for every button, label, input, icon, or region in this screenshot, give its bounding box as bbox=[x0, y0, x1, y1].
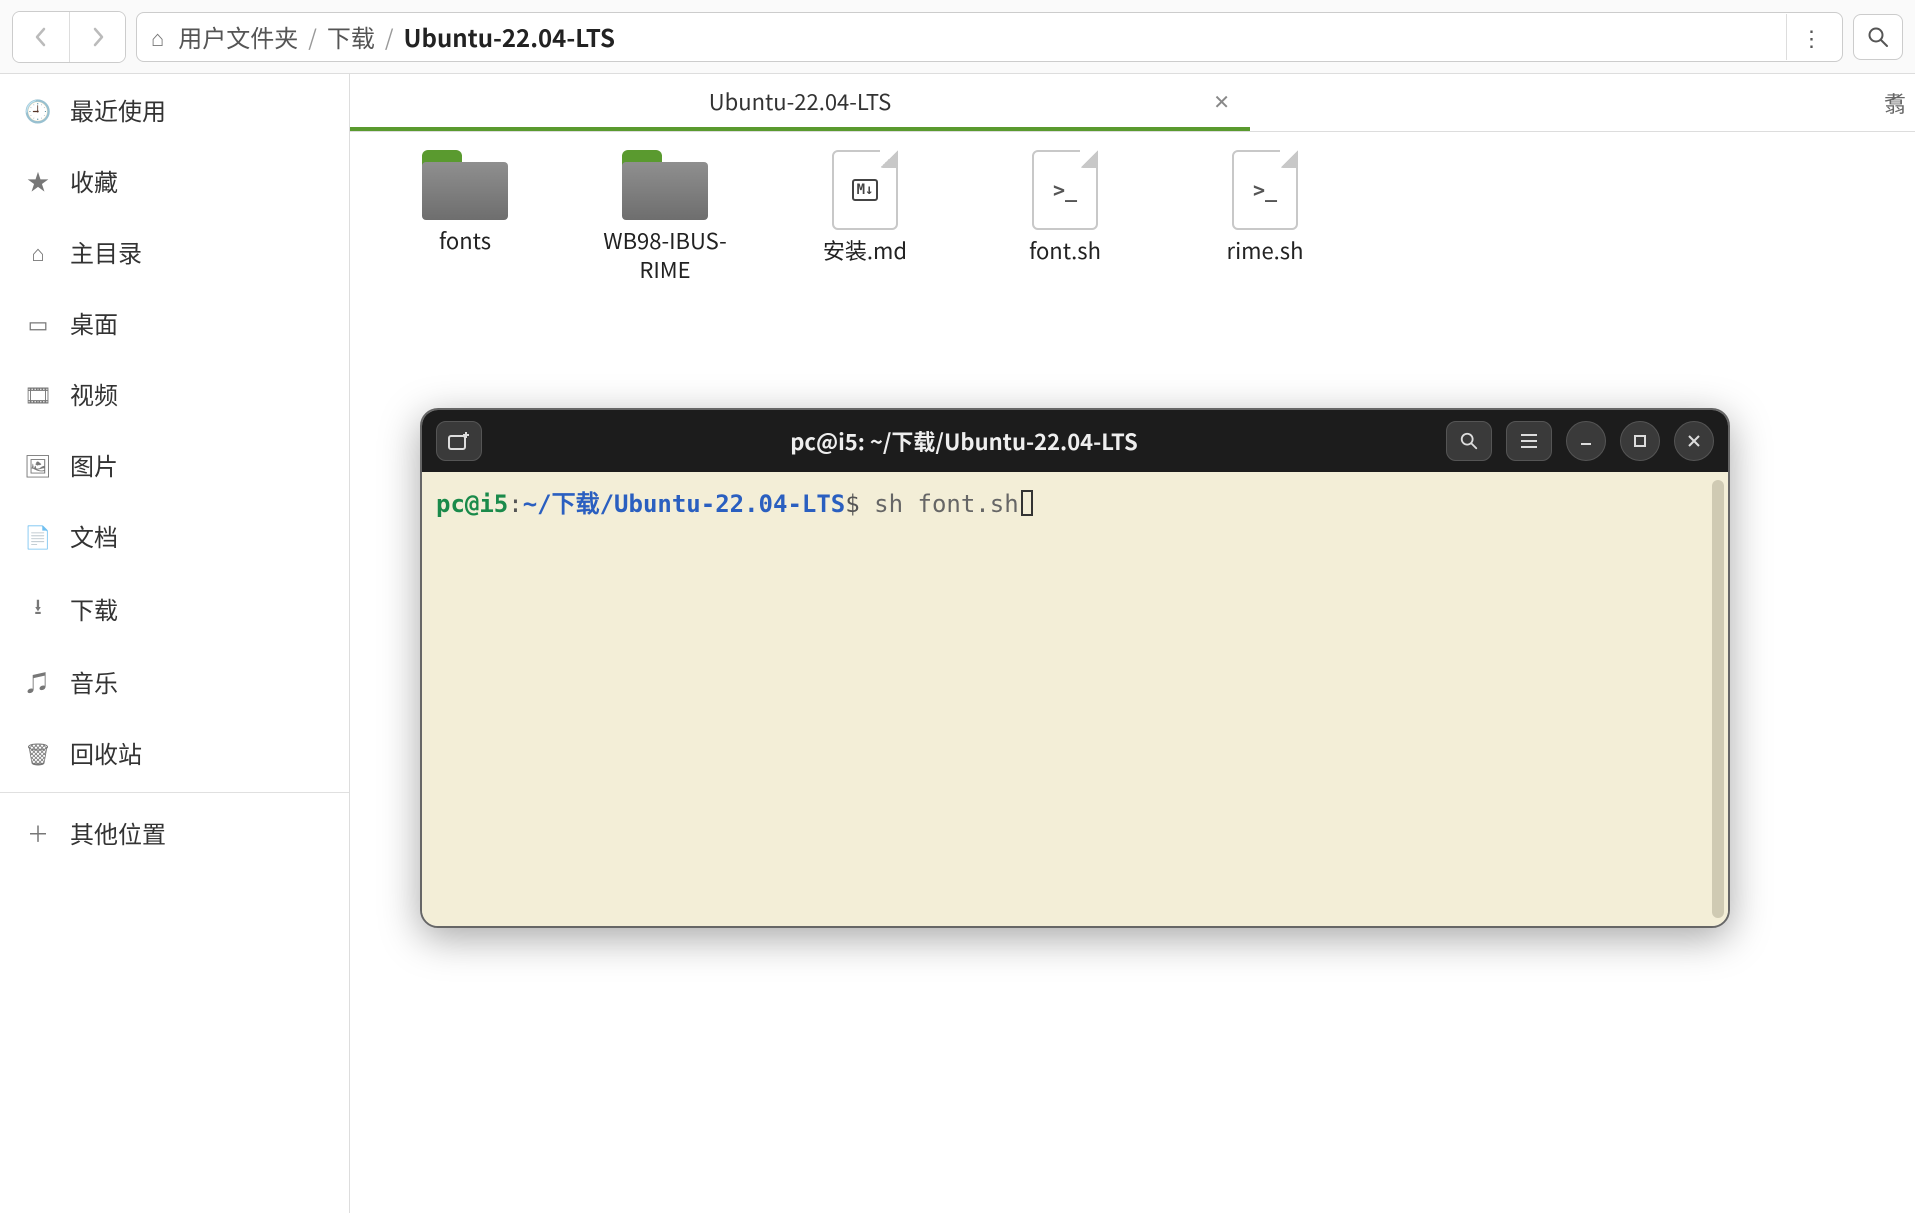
document-icon: 📄 bbox=[24, 520, 52, 552]
tab-active[interactable]: Ubuntu-22.04-LTS ✕ bbox=[350, 74, 1250, 131]
folder-icon bbox=[622, 150, 708, 220]
music-icon: ♫ bbox=[24, 666, 52, 698]
file-item-folder[interactable]: fonts bbox=[400, 150, 530, 255]
file-grid[interactable]: fonts WB98-IBUS-RIME M↓ 安装.md >_ font.sh bbox=[350, 132, 1915, 301]
file-label: fonts bbox=[400, 226, 530, 255]
sidebar-item-label: 主目录 bbox=[70, 234, 142, 269]
file-manager-toolbar: ⌂ 用户文件夹 / 下载 / Ubuntu-22.04-LTS ⋮ bbox=[0, 0, 1915, 74]
tab-close-button[interactable]: ✕ bbox=[1213, 86, 1230, 115]
desktop-icon: ▭ bbox=[24, 307, 52, 339]
file-label: 安装.md bbox=[800, 236, 930, 265]
sidebar-item-recent[interactable]: 🕘 最近使用 bbox=[0, 74, 349, 145]
sidebar-item-label: 图片 bbox=[70, 447, 118, 482]
breadcrumb-current[interactable]: Ubuntu-22.04-LTS bbox=[404, 19, 615, 54]
sidebar-item-trash[interactable]: 🗑 回收站 bbox=[0, 717, 349, 788]
tab-overflow-indicator: 翥 bbox=[1875, 74, 1915, 131]
sidebar: 🕘 最近使用 ★ 收藏 ⌂ 主目录 ▭ 桌面 🎞 视频 🖼 图片 📄 文档 ⭳ bbox=[0, 74, 350, 1213]
terminal-cursor bbox=[1021, 490, 1033, 516]
sidebar-item-pictures[interactable]: 🖼 图片 bbox=[0, 429, 349, 500]
shell-file-icon: >_ bbox=[1232, 150, 1298, 230]
terminal-scrollbar[interactable] bbox=[1712, 480, 1724, 918]
plus-icon: ＋ bbox=[24, 817, 52, 849]
new-tab-icon bbox=[448, 432, 470, 450]
sidebar-item-label: 收藏 bbox=[70, 163, 118, 198]
home-icon: ⌂ bbox=[24, 236, 52, 268]
close-icon bbox=[1686, 433, 1702, 449]
file-label: rime.sh bbox=[1200, 236, 1330, 265]
terminal-maximize-button[interactable] bbox=[1620, 421, 1660, 461]
sidebar-item-label: 下载 bbox=[70, 591, 118, 626]
breadcrumb-segment[interactable]: 下载 bbox=[327, 19, 375, 54]
terminal-prompt-symbol: $ bbox=[845, 490, 859, 518]
breadcrumb-segment[interactable]: 用户文件夹 bbox=[178, 19, 298, 54]
terminal-menu-button[interactable] bbox=[1506, 421, 1552, 461]
terminal-prompt-user: pc@i5 bbox=[436, 490, 508, 518]
sidebar-separator bbox=[0, 792, 349, 793]
maximize-icon bbox=[1632, 433, 1648, 449]
chevron-right-icon bbox=[90, 27, 106, 47]
folder-icon bbox=[422, 150, 508, 220]
breadcrumb-bar[interactable]: ⌂ 用户文件夹 / 下载 / Ubuntu-22.04-LTS ⋮ bbox=[136, 12, 1843, 62]
terminal-window[interactable]: pc@i5: ~/下载/Ubuntu-22.04-LTS pc@i5:~/下载/… bbox=[420, 408, 1730, 928]
sidebar-item-label: 其他位置 bbox=[70, 815, 166, 850]
sidebar-item-label: 回收站 bbox=[70, 735, 142, 770]
tab-strip: Ubuntu-22.04-LTS ✕ 翥 bbox=[350, 74, 1915, 132]
nav-forward-button[interactable] bbox=[69, 12, 125, 62]
sidebar-item-label: 视频 bbox=[70, 376, 118, 411]
search-icon bbox=[1867, 26, 1889, 48]
terminal-close-button[interactable] bbox=[1674, 421, 1714, 461]
file-item-folder[interactable]: WB98-IBUS-RIME bbox=[600, 150, 730, 283]
file-item-shell[interactable]: >_ font.sh bbox=[1000, 150, 1130, 265]
download-icon: ⭳ bbox=[24, 589, 52, 628]
sidebar-item-music[interactable]: ♫ 音乐 bbox=[0, 646, 349, 717]
sidebar-item-videos[interactable]: 🎞 视频 bbox=[0, 358, 349, 429]
tab-label: Ubuntu-22.04-LTS bbox=[709, 85, 891, 117]
markdown-file-icon: M↓ bbox=[832, 150, 898, 230]
sidebar-item-downloads[interactable]: ⭳ 下载 bbox=[0, 571, 349, 646]
trash-icon: 🗑 bbox=[24, 737, 52, 769]
terminal-new-tab-button[interactable] bbox=[436, 421, 482, 461]
file-label: font.sh bbox=[1000, 236, 1130, 265]
sidebar-item-documents[interactable]: 📄 文档 bbox=[0, 500, 349, 571]
file-item-markdown[interactable]: M↓ 安装.md bbox=[800, 150, 930, 265]
search-icon bbox=[1459, 431, 1479, 451]
sidebar-item-starred[interactable]: ★ 收藏 bbox=[0, 145, 349, 216]
hamburger-icon bbox=[1519, 433, 1539, 449]
sidebar-item-other-locations[interactable]: ＋ 其他位置 bbox=[0, 797, 349, 868]
breadcrumb-separator: / bbox=[385, 21, 394, 53]
sidebar-item-label: 桌面 bbox=[70, 305, 118, 340]
video-icon: 🎞 bbox=[24, 378, 52, 410]
file-item-shell[interactable]: >_ rime.sh bbox=[1200, 150, 1330, 265]
terminal-prompt-path: ~/下载/Ubuntu-22.04-LTS bbox=[523, 490, 846, 518]
home-icon: ⌂ bbox=[151, 21, 164, 53]
nav-back-button[interactable] bbox=[13, 12, 69, 62]
terminal-minimize-button[interactable] bbox=[1566, 421, 1606, 461]
file-label: WB98-IBUS-RIME bbox=[600, 226, 730, 283]
terminal-title: pc@i5: ~/下载/Ubuntu-22.04-LTS bbox=[492, 425, 1436, 457]
sidebar-item-label: 最近使用 bbox=[70, 92, 166, 127]
terminal-body[interactable]: pc@i5:~/下载/Ubuntu-22.04-LTS$ sh font.sh bbox=[422, 472, 1728, 926]
sidebar-item-label: 音乐 bbox=[70, 664, 118, 699]
breadcrumb-separator: / bbox=[308, 21, 317, 53]
minimize-icon bbox=[1578, 433, 1594, 449]
sidebar-item-desktop[interactable]: ▭ 桌面 bbox=[0, 287, 349, 358]
star-icon: ★ bbox=[24, 165, 52, 197]
clock-icon: 🕘 bbox=[24, 94, 52, 126]
terminal-titlebar[interactable]: pc@i5: ~/下载/Ubuntu-22.04-LTS bbox=[422, 410, 1728, 472]
terminal-prompt-separator: : bbox=[508, 490, 522, 518]
sidebar-item-home[interactable]: ⌂ 主目录 bbox=[0, 216, 349, 287]
terminal-search-button[interactable] bbox=[1446, 421, 1492, 461]
shell-file-icon: >_ bbox=[1032, 150, 1098, 230]
terminal-command-text: sh font.sh bbox=[874, 490, 1019, 518]
search-button[interactable] bbox=[1853, 14, 1903, 60]
nav-buttons bbox=[12, 11, 126, 63]
chevron-left-icon bbox=[33, 27, 49, 47]
path-more-button[interactable]: ⋮ bbox=[1786, 14, 1836, 60]
image-icon: 🖼 bbox=[24, 449, 52, 481]
sidebar-item-label: 文档 bbox=[70, 518, 118, 553]
